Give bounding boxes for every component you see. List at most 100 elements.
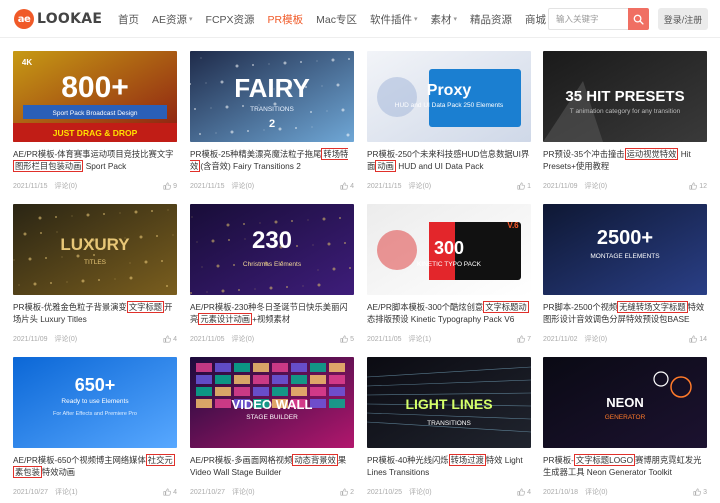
- site-logo[interactable]: ae LOOKAE: [14, 9, 102, 29]
- thumbnail-artwork: 650+ Ready to use Elements For After Effec…: [13, 357, 177, 448]
- login-register-button[interactable]: 登录/注册: [658, 8, 708, 30]
- search-input[interactable]: 输入关键字: [548, 8, 628, 30]
- card-comments[interactable]: 评论(0): [55, 334, 78, 344]
- video-tile: [310, 375, 326, 384]
- sparkle: [114, 278, 116, 280]
- resource-card[interactable]: 2500+ MONTAGE ELEMENTS PR脚本-2500个视频 无缝转场文字标…: [543, 204, 707, 344]
- card-title[interactable]: PR模板-40种光线闪烁 转场过渡 特效 Light Lines Transitio…: [367, 454, 531, 478]
- card-thumbnail[interactable]: FAIRY TRANSITIONS 2: [190, 51, 354, 142]
- sparkle: [156, 235, 158, 237]
- nav-item-1[interactable]: AE资源 ▾: [152, 12, 193, 27]
- card-comments[interactable]: 评论(1): [55, 487, 78, 497]
- sparkle: [296, 245, 298, 247]
- card-comments[interactable]: 评论(0): [232, 334, 255, 344]
- card-comments[interactable]: 评论(0): [232, 181, 255, 191]
- card-title[interactable]: AE/PR模板-230种冬日圣诞节日快乐美丽闪亮 元素设计动画 +视频素材: [190, 301, 354, 325]
- card-likes[interactable]: 5: [340, 335, 354, 343]
- sparkle: [344, 242, 346, 244]
- nav-item-6[interactable]: 素材 ▾: [431, 12, 458, 27]
- card-thumbnail[interactable]: LIGHT LINES TRANSITIONS: [367, 357, 531, 448]
- nav-item-2[interactable]: FCPX资源: [206, 12, 255, 27]
- resource-card[interactable]: LIGHT LINES TRANSITIONS PR模板-40种光线闪烁 转场过渡 特效…: [367, 357, 531, 497]
- nav-item-5[interactable]: 软件插件 ▾: [370, 12, 418, 27]
- search-button[interactable]: [628, 8, 649, 30]
- thumbnail-tag: 2: [269, 118, 275, 130]
- card-date: 2021/11/05: [190, 335, 225, 343]
- card-thumbnail[interactable]: NEON GENERATOR: [543, 357, 707, 448]
- card-comments[interactable]: 评论(0): [232, 487, 255, 497]
- card-title[interactable]: AE/PR模板-体育赛事运动项目竞技比赛文字图形栏目包装动画 Sport Pac…: [13, 148, 177, 172]
- card-title[interactable]: AE/PR模板-650个视频博主网络媒体 社交元素包装 特效动画: [13, 454, 177, 478]
- card-comments[interactable]: 评论(0): [55, 181, 78, 191]
- card-title-text: PR模板-40种光线闪烁: [367, 455, 449, 465]
- sparkle: [349, 267, 351, 269]
- card-likes[interactable]: 2: [340, 488, 354, 496]
- card-title[interactable]: PR模板- 文字标题LOGO 赛博朋克霓虹发光生成器工具 Neon Generato…: [543, 454, 707, 478]
- card-title[interactable]: PR模板-优雅金色粒子背景演变 文字标题 开场片头 Luxury Titles: [13, 301, 177, 325]
- card-comments[interactable]: 评论(0): [409, 487, 432, 497]
- resource-card[interactable]: VIDEO WALL STAGE BUILDER AE/PR模板-多画面网格视频 动态…: [190, 357, 354, 497]
- resource-card[interactable]: FAIRY TRANSITIONS 2 PR模板-25种精美漂亮魔法粒子拖尾 转场特效(…: [190, 51, 354, 191]
- sparkle: [252, 64, 254, 66]
- resource-card[interactable]: LUXURY TITLES PR模板-优雅金色粒子背景演变 文字标题 开场片头 Luxu…: [13, 204, 177, 344]
- card-thumbnail[interactable]: Proxy HUD and UI Data Pack 250 Elements: [367, 51, 531, 142]
- card-likes[interactable]: 14: [689, 335, 707, 343]
- resource-card[interactable]: 650+ Ready to use Elements For After Effec…: [13, 357, 177, 497]
- card-title-text: HUD and UI Data Pack: [395, 161, 484, 171]
- card-likes-count: 4: [173, 335, 177, 343]
- card-thumbnail[interactable]: 300 KINETIC TYPO PACK V.6: [367, 204, 531, 295]
- card-thumbnail[interactable]: 35 HIT PRESETS T animation category for a…: [543, 51, 707, 142]
- card-likes[interactable]: 4: [517, 488, 531, 496]
- nav-item-7[interactable]: 精品资源: [470, 12, 512, 27]
- video-tile: [253, 387, 269, 396]
- card-title[interactable]: AE/PR脚本模板-300个酷炫创意 文字标题动态排版预设 Kinetic Typ…: [367, 301, 531, 325]
- video-tile: [329, 387, 345, 396]
- resource-card[interactable]: Proxy HUD and UI Data Pack 250 Elements PR…: [367, 51, 531, 191]
- card-thumbnail[interactable]: 230 Christmas Elements: [190, 204, 354, 295]
- card-title[interactable]: PR模板-250个未来科技感HUD信息数据UI界面 动画 HUD and UI D…: [367, 148, 531, 172]
- card-likes[interactable]: 4: [163, 488, 177, 496]
- card-title[interactable]: AE/PR模板-多画面网格视频 动态背景效果 Video Wall Stage B…: [190, 454, 354, 478]
- card-title[interactable]: PR脚本-2500个视频 无缝转场文字标题 特效图形设计音效调色分屏特效预设包BAS…: [543, 301, 707, 325]
- sparkle: [151, 210, 153, 212]
- card-comments[interactable]: 评论(0): [409, 181, 432, 191]
- card-comments[interactable]: 评论(0): [585, 181, 608, 191]
- card-title[interactable]: PR预设-35个冲击撞击 运动视觉特效 Hit Presets+使用教程: [543, 148, 707, 172]
- card-comments[interactable]: 评论(0): [585, 487, 608, 497]
- card-date: 2021/10/18: [543, 488, 579, 496]
- resource-card[interactable]: 300 KINETIC TYPO PACK V.6 AE/PR脚本模板-300个酷炫创…: [367, 204, 531, 344]
- nav-item-4[interactable]: Mac专区: [316, 12, 357, 27]
- thumbnail-footer: JUST DRAG & DROP: [53, 128, 138, 138]
- card-thumbnail[interactable]: 650+ Ready to use Elements For After Effec…: [13, 357, 177, 448]
- resource-card[interactable]: 800+ Sport Pack Broadcast Design JUST DRAG…: [13, 51, 177, 191]
- card-thumbnail[interactable]: LUXURY TITLES: [13, 204, 177, 295]
- card-thumbnail[interactable]: VIDEO WALL STAGE BUILDER: [190, 357, 354, 448]
- card-likes[interactable]: 7: [517, 335, 531, 343]
- nav-item-3[interactable]: PR模板: [268, 12, 304, 27]
- video-tile: [310, 387, 326, 396]
- card-likes[interactable]: 12: [689, 182, 707, 190]
- resource-card[interactable]: NEON GENERATOR PR模板- 文字标题LOGO 赛博朋克霓虹发光生成器工具 …: [543, 357, 707, 497]
- nav-item-0[interactable]: 首页: [118, 12, 139, 27]
- card-likes[interactable]: 4: [340, 182, 354, 190]
- sparkle: [56, 231, 58, 233]
- resource-card[interactable]: 230 Christmas Elements AE/PR模板-230种冬日圣诞节日快…: [190, 204, 354, 344]
- card-likes[interactable]: 9: [163, 182, 177, 190]
- card-thumbnail[interactable]: 800+ Sport Pack Broadcast Design JUST DRAG…: [13, 51, 177, 142]
- sparkle: [259, 222, 261, 224]
- resource-card[interactable]: 35 HIT PRESETS T animation category for a…: [543, 51, 707, 191]
- sparkle: [278, 127, 282, 131]
- video-tile: [215, 375, 231, 384]
- card-comments[interactable]: 评论(0): [585, 334, 608, 344]
- card-comments[interactable]: 评论(1): [409, 334, 432, 344]
- card-thumbnail[interactable]: 2500+ MONTAGE ELEMENTS: [543, 204, 707, 295]
- card-likes[interactable]: 1: [517, 182, 531, 190]
- card-title-highlight: 文字标题: [126, 301, 165, 313]
- card-likes[interactable]: 4: [163, 335, 177, 343]
- nav-item-8[interactable]: 商城: [525, 12, 546, 27]
- card-title[interactable]: PR模板-25种精美漂亮魔法粒子拖尾 转场特效 (含音效) Fairy Transi…: [190, 148, 354, 172]
- sparkle: [220, 80, 224, 84]
- sparkle: [129, 262, 131, 264]
- card-likes[interactable]: 3: [693, 488, 707, 496]
- sparkle: [55, 216, 57, 218]
